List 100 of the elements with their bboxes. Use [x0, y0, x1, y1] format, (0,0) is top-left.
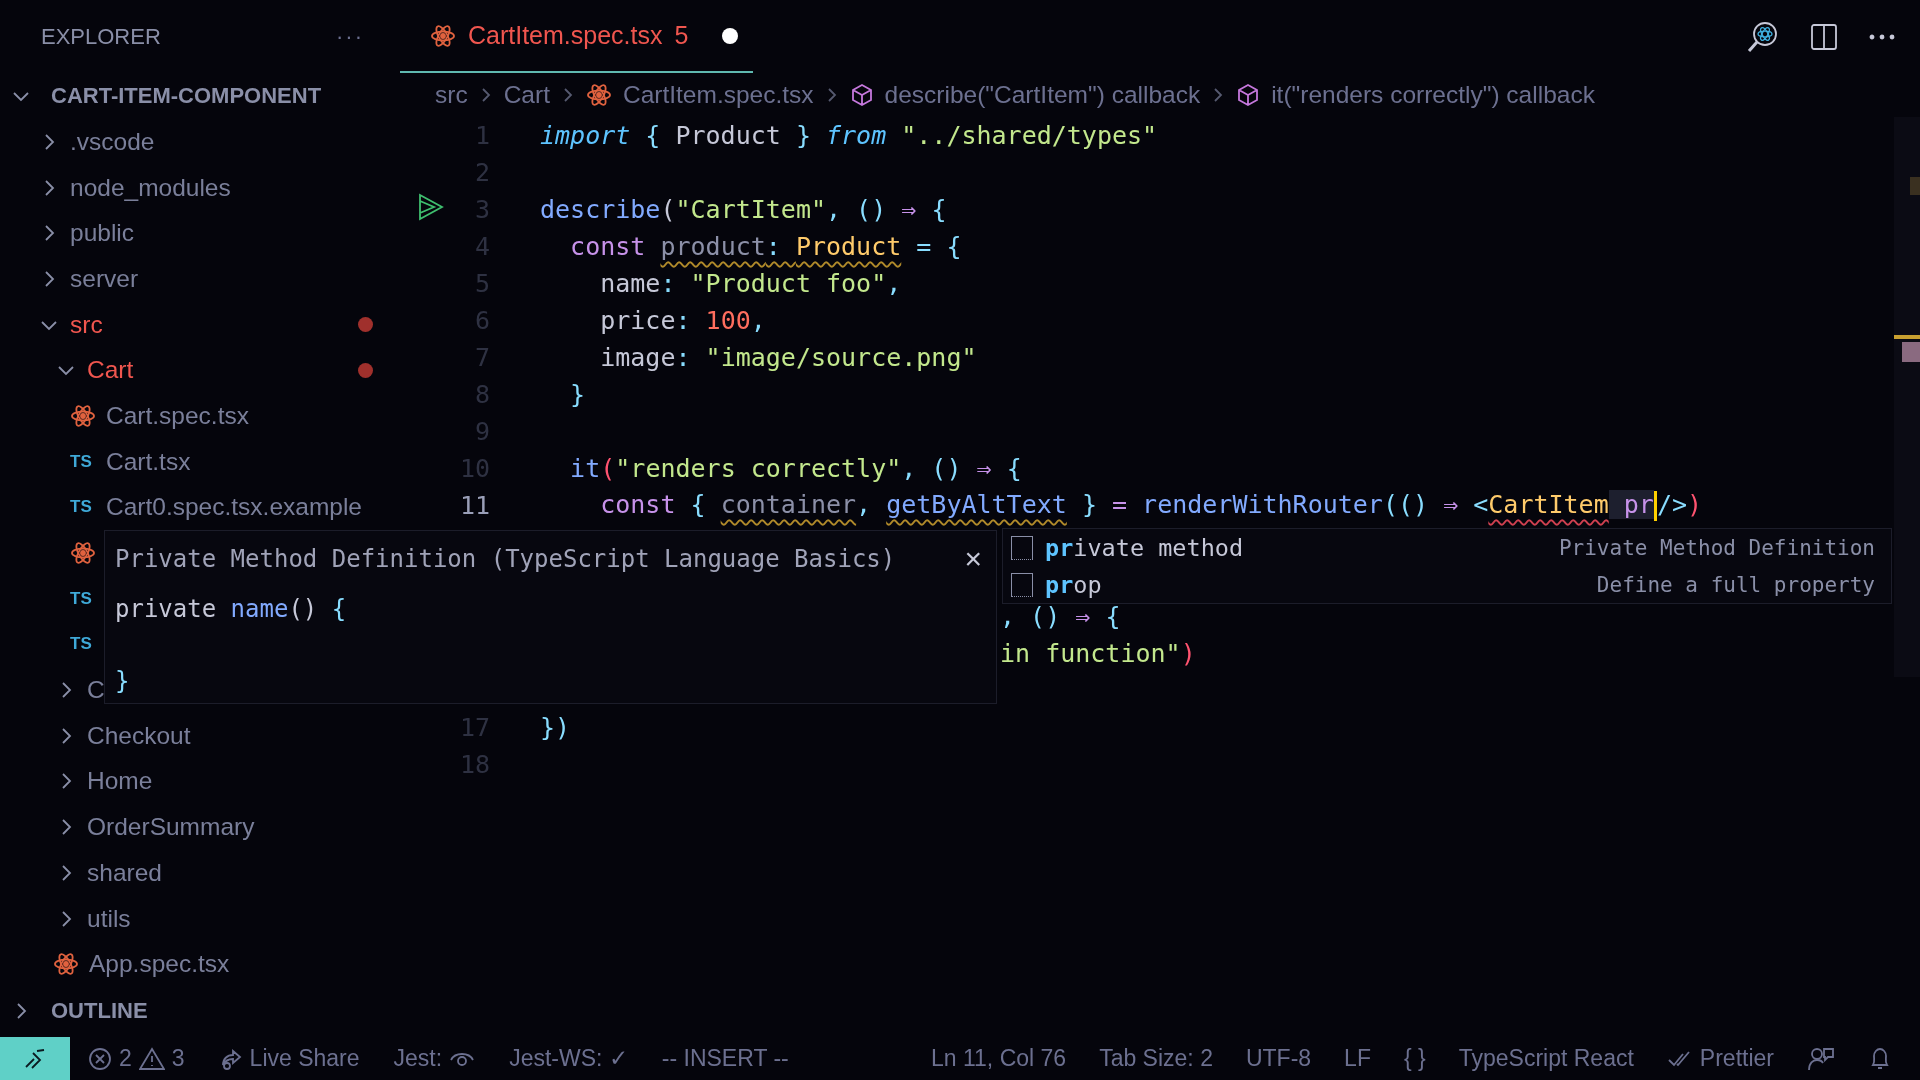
folder-name[interactable]: server [70, 264, 139, 293]
code-token: : [675, 306, 692, 335]
status-item[interactable]: UTF-8 [1245, 1045, 1312, 1072]
code-token: from [826, 121, 887, 150]
folder-name[interactable]: Cart [87, 356, 134, 385]
folder-name[interactable]: public [70, 219, 134, 248]
code-token: const [569, 232, 647, 261]
snippet-detail-title: Private Method Definition (TypeScript Language Basics) [115, 545, 896, 573]
code-token: container [720, 490, 857, 519]
code-token: { [1005, 454, 1022, 483]
code-token: , () [1000, 602, 1062, 631]
code-token: ) [1180, 639, 1196, 668]
more-actions-button[interactable]: ··· [330, 22, 370, 51]
code-token: ⇒ [1075, 602, 1091, 631]
typescript-file-icon: TS [70, 634, 96, 655]
code-token: renderWithRouter [1142, 490, 1383, 519]
status-item[interactable]: LF [1344, 1045, 1371, 1072]
suggestion-item[interactable]: private method Private Method Definition [1003, 529, 1891, 566]
code-token: { [331, 595, 347, 623]
problem-count: 5 [674, 21, 689, 50]
ruler-mark [1910, 177, 1920, 195]
status-item[interactable]: { } [1403, 1045, 1426, 1072]
folder-name[interactable]: Home [87, 767, 153, 796]
code-token: price [599, 306, 676, 335]
problems-button[interactable]: 2 3 [88, 1045, 185, 1072]
suggestion-item[interactable]: prop Define a full property [1003, 566, 1891, 603]
code-token: 100 [705, 306, 751, 335]
code-token: : [660, 269, 677, 298]
status-item[interactable]: Tab Size: 2 [1099, 1045, 1213, 1072]
code-token: pr [1608, 490, 1654, 519]
status-item[interactable]: Ln 11, Col 76 [931, 1045, 1067, 1072]
folder-name[interactable]: src [70, 310, 103, 339]
breadcrumb-item[interactable]: CartItem.spec.tsx [622, 81, 814, 109]
code-token: private [115, 595, 218, 623]
code-token: , () [901, 454, 963, 483]
code-token: , [886, 269, 902, 298]
search-icon[interactable] [1746, 19, 1780, 54]
code-token: ( [660, 195, 676, 224]
file-name[interactable]: Cart.spec.tsx [106, 401, 249, 430]
project-folder-header[interactable]: CART-ITEM-COMPONENT [51, 83, 322, 109]
remote-button[interactable] [0, 1037, 70, 1080]
code-token: ( [600, 454, 616, 483]
code-token: = { [915, 232, 962, 261]
cursor-mark [1894, 335, 1920, 339]
snippet-icon [1011, 572, 1033, 597]
atom-icon [430, 22, 456, 49]
folder-name[interactable]: node_modules [70, 173, 231, 202]
explorer-title: EXPLORER [41, 23, 161, 50]
ruler-mark [1902, 342, 1920, 362]
file-name[interactable]: Cart.tsx [106, 447, 191, 476]
code-token: () [288, 595, 319, 623]
split-editor-icon[interactable] [1810, 22, 1838, 51]
folder-name[interactable]: C [87, 676, 105, 705]
folder-name[interactable]: shared [87, 858, 162, 887]
editor-tab[interactable]: CartItem.spec.tsx 5 [400, 0, 753, 73]
breadcrumb-item[interactable]: src [435, 81, 468, 109]
status-item[interactable]: Jest-WS: ✓ [509, 1045, 628, 1072]
warning-icon [138, 1046, 165, 1071]
code-token: { [930, 195, 947, 224]
code-token: product [660, 232, 766, 261]
outline-section-header[interactable]: OUTLINE [51, 998, 148, 1024]
code-token: } [1080, 490, 1098, 519]
typescript-file-icon: TS [70, 497, 96, 518]
code-token: describe [540, 195, 661, 224]
snippet-icon [1011, 535, 1033, 560]
code-token: } [569, 380, 586, 409]
code-token: { [1104, 602, 1121, 631]
code-token: /> [1656, 490, 1687, 519]
typescript-file-icon: TS [70, 588, 96, 609]
code-token: const [599, 490, 676, 519]
cube-icon [1236, 83, 1261, 107]
folder-name[interactable]: OrderSummary [87, 813, 255, 842]
code-token: name [599, 269, 661, 298]
code-token: name [230, 595, 289, 623]
cube-icon [849, 83, 874, 107]
breadcrumb-item[interactable]: it("renders correctly") callback [1271, 81, 1595, 109]
close-button[interactable]: × [960, 542, 986, 576]
code-token: , () [826, 195, 888, 224]
code-token: "image/source.png" [705, 343, 977, 372]
code-token: "Product foo" [690, 269, 887, 298]
file-name[interactable]: Cart0.spec.tsx.example [106, 493, 362, 522]
code-token: ⇒ [901, 195, 917, 224]
status-item[interactable]: -- INSERT -- [661, 1045, 789, 1072]
person-feedback-icon[interactable] [1807, 1045, 1835, 1072]
code-token: CartItem [1488, 490, 1609, 519]
jest-status[interactable]: Jest: [393, 1045, 476, 1072]
file-name[interactable]: App.spec.tsx [89, 950, 230, 979]
folder-name[interactable]: Checkout [87, 721, 191, 750]
folder-name[interactable]: utils [87, 904, 131, 933]
code-token: Product [675, 121, 781, 150]
code-token: , [856, 490, 873, 519]
folder-name[interactable]: .vscode [70, 127, 155, 156]
breadcrumb-item[interactable]: Cart [503, 81, 550, 109]
live-share-button[interactable]: Live Share [218, 1045, 360, 1072]
code-token: }) [540, 713, 571, 742]
code-token: (() [1382, 490, 1430, 519]
code-token: { [644, 121, 662, 150]
status-item[interactable]: TypeScript React [1458, 1045, 1634, 1072]
prettier-status[interactable]: Prettier [1666, 1045, 1774, 1072]
breadcrumb-item[interactable]: describe("CartItem") callback [884, 81, 1201, 109]
